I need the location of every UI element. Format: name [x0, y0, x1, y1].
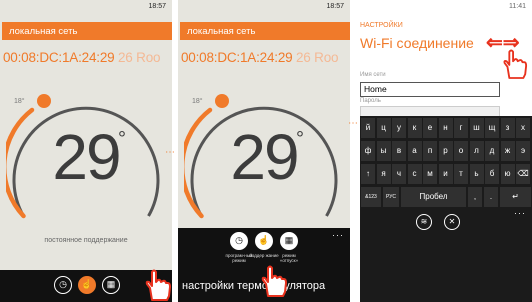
keyboard-key[interactable]: щ — [485, 118, 499, 138]
temperature-gauge[interactable]: 18° 29 ° — [6, 80, 166, 250]
setpoint-label: 18° — [192, 98, 203, 105]
current-temperature: 29 — [52, 121, 121, 193]
mac-address: 00:08:DC:1A:24:29 — [181, 50, 293, 65]
tap-hand-icon — [503, 49, 528, 79]
transition-dots: ⋯ — [165, 147, 176, 158]
keyboard-key[interactable]: ь — [469, 164, 484, 184]
mode-status-text: постоянное поддержание — [44, 237, 128, 244]
keyboard-key[interactable]: э — [516, 141, 530, 161]
keyboard-key[interactable]: м — [423, 164, 437, 184]
keyboard-key[interactable]: ↑ — [361, 164, 375, 184]
keyboard-key[interactable]: н — [438, 118, 453, 138]
keyboard-key[interactable]: е — [423, 118, 437, 138]
vacation-mode-label: режим «отпуск» — [279, 253, 299, 263]
keyboard-key[interactable]: ы — [376, 141, 391, 161]
keyboard-key[interactable]: т — [454, 164, 468, 184]
setpoint-knob[interactable] — [37, 94, 51, 108]
keyboard-key[interactable]: п — [423, 141, 437, 161]
temperature-gauge[interactable]: 18° 29 ° — [184, 80, 344, 250]
keyboard-key[interactable]: з — [500, 118, 515, 138]
degree-symbol: ° — [296, 128, 304, 150]
keyboard-key[interactable]: й — [361, 118, 375, 138]
page-title: Wi-Fi соединение — [360, 35, 474, 51]
thermostat-screen-main: 18:57 локальная сеть 00:08:DC:1A:24:29 2… — [0, 0, 172, 302]
more-icon[interactable]: ··· — [514, 208, 526, 218]
network-label: локальная сеть — [9, 26, 78, 37]
keyboard-key[interactable]: а — [407, 141, 422, 161]
status-time: 11:41 — [509, 3, 526, 10]
hold-mode-button[interactable]: ☝ — [255, 232, 273, 250]
keyboard-key[interactable]: ш — [469, 118, 484, 138]
network-name-label: Имя сети — [360, 72, 386, 78]
keyboard-key[interactable]: л — [469, 141, 484, 161]
network-bar[interactable]: локальная сеть — [2, 22, 172, 40]
language-key[interactable]: РУС — [383, 187, 399, 207]
keyboard-key[interactable]: и — [438, 164, 453, 184]
close-icon[interactable]: ✕ — [444, 214, 460, 230]
device-id-row: 00:08:DC:1A:24:29 26 Roo — [3, 50, 161, 65]
calendar-icon: ▦ — [284, 235, 294, 245]
keyboard-key[interactable]: о — [454, 141, 468, 161]
keyboard-key[interactable]: д — [485, 141, 499, 161]
wifi-settings-screen: 11:41 НАСТРОЙКИ Wi-Fi соединение ⇐⇒ Имя … — [360, 0, 532, 302]
device-name-suffix: 26 Roo — [118, 50, 161, 65]
password-label: Пароль — [360, 98, 381, 104]
keyboard-key[interactable]: ц — [376, 118, 391, 138]
mac-address: 00:08:DC:1A:24:29 — [3, 50, 115, 65]
tap-hand-icon — [261, 265, 287, 297]
keyboard-key[interactable]: б — [485, 164, 499, 184]
keyboard-key[interactable]: у — [392, 118, 406, 138]
keyboard-key[interactable]: ⌫ — [516, 164, 530, 184]
setpoint-knob[interactable] — [215, 94, 229, 108]
space-key[interactable]: Пробел — [401, 187, 466, 207]
network-name-field[interactable]: Home — [360, 82, 500, 97]
clock-icon: ◷ — [59, 279, 67, 289]
hand-point-icon: ☝ — [81, 279, 93, 289]
more-icon[interactable]: ··· — [332, 230, 344, 240]
keyboard-key[interactable]: ч — [392, 164, 406, 184]
thermostat-screen-menu: 18:57 локальная сеть 00:08:DC:1A:24:29 2… — [178, 0, 350, 302]
vacation-mode-button[interactable]: ▦ — [280, 232, 298, 250]
network-label: локальная сеть — [187, 26, 256, 37]
network-bar[interactable]: локальная сеть — [180, 22, 350, 40]
on-screen-keyboard: &123 РУС Пробел , . ↵ ≋ ✕ ··· йцукенгшщз… — [360, 116, 532, 302]
status-time: 18:57 — [326, 3, 344, 10]
tap-hand-icon — [145, 269, 171, 301]
vacation-mode-button[interactable]: ▦ — [102, 276, 120, 294]
comma-key[interactable]: , — [468, 187, 482, 207]
keyboard-key[interactable]: ю — [500, 164, 515, 184]
keyboard-key[interactable]: с — [407, 164, 422, 184]
keyboard-key[interactable]: к — [407, 118, 422, 138]
keyboard-key[interactable]: в — [392, 141, 406, 161]
device-id-row: 00:08:DC:1A:24:29 26 Roo — [181, 50, 339, 65]
keyboard-key[interactable]: г — [454, 118, 468, 138]
current-temperature: 29 — [230, 121, 299, 193]
status-time: 18:57 — [148, 3, 166, 10]
keyboard-key[interactable]: ф — [361, 141, 375, 161]
keyboard-key[interactable]: х — [516, 118, 530, 138]
hold-mode-button[interactable]: ☝ — [78, 276, 96, 294]
device-name-suffix: 26 Roo — [296, 50, 339, 65]
numbers-key[interactable]: &123 — [361, 187, 381, 207]
schedule-mode-button[interactable]: ◷ — [54, 276, 72, 294]
status-bar: 18:57 — [0, 0, 172, 14]
wifi-icon[interactable]: ≋ — [416, 214, 432, 230]
setpoint-label: 18° — [14, 98, 25, 105]
keyboard-key[interactable]: я — [376, 164, 391, 184]
settings-header: НАСТРОЙКИ — [360, 22, 403, 29]
period-key[interactable]: . — [484, 187, 498, 207]
hand-point-icon: ☝ — [258, 235, 270, 245]
schedule-mode-button[interactable]: ◷ — [230, 232, 248, 250]
thermostat-settings-menu-item[interactable]: настройки терморегулятора — [182, 280, 325, 292]
keyboard-key[interactable]: ж — [500, 141, 515, 161]
clock-icon: ◷ — [235, 235, 243, 245]
enter-key[interactable]: ↵ — [500, 187, 531, 207]
keyboard-key[interactable]: р — [438, 141, 453, 161]
transition-dots: ⋯ — [348, 118, 359, 129]
calendar-icon: ▦ — [106, 279, 116, 289]
status-bar: 11:41 — [360, 0, 532, 14]
status-bar: 18:57 — [178, 0, 350, 14]
degree-symbol: ° — [118, 128, 126, 150]
